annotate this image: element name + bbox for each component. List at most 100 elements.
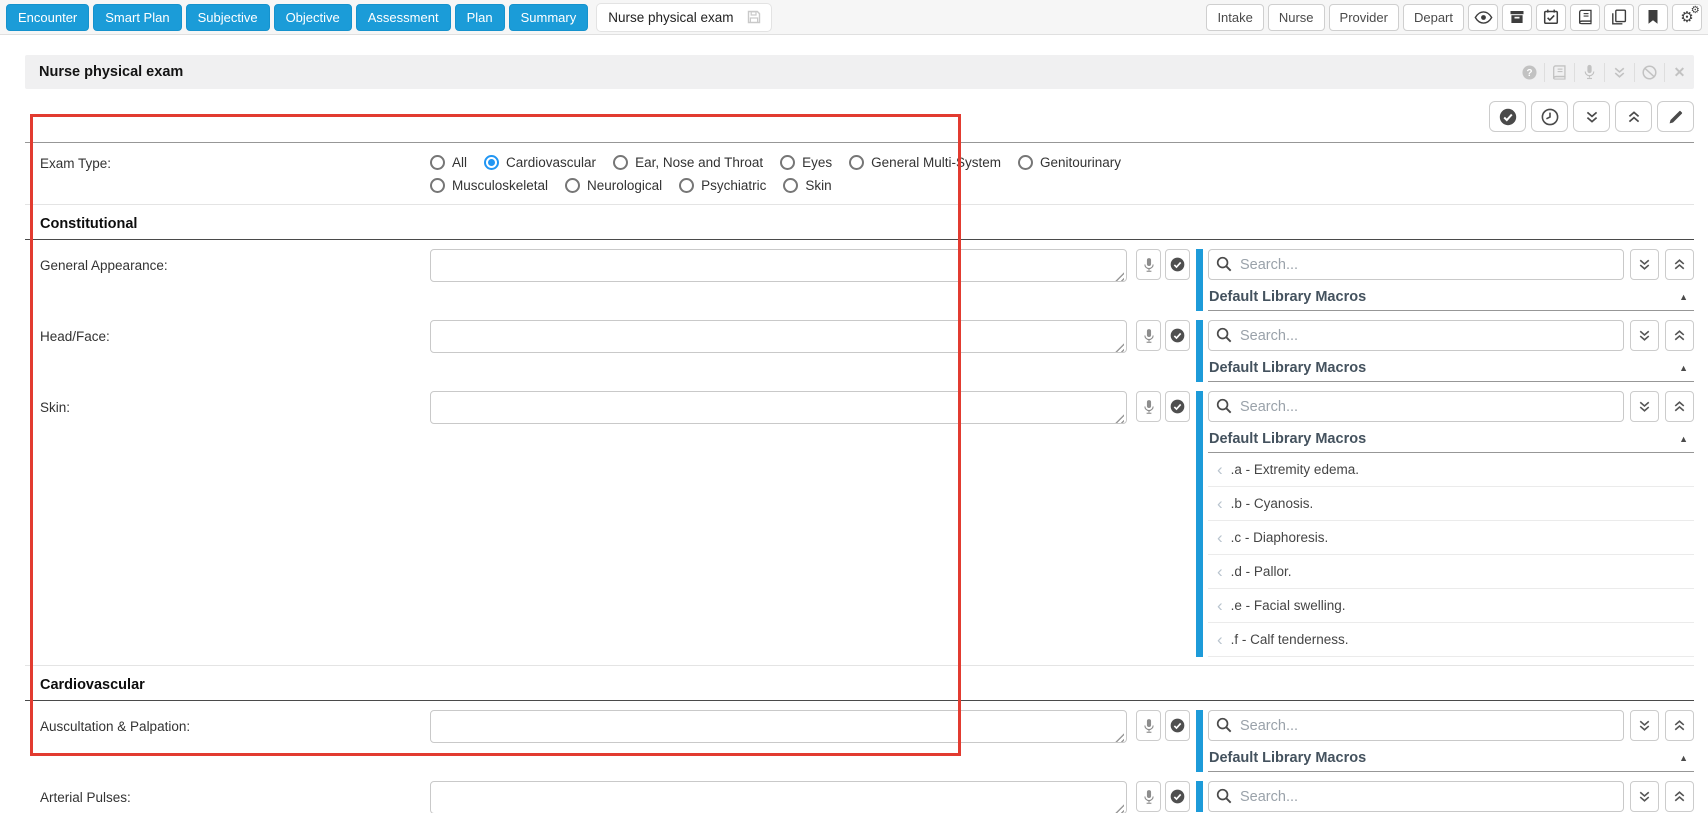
collapse-macros-button[interactable] — [1665, 391, 1694, 422]
head-face-textarea[interactable] — [430, 320, 1127, 353]
auscultation-textarea[interactable] — [430, 710, 1127, 743]
archive-button[interactable] — [1502, 4, 1532, 31]
dictate-button[interactable] — [1574, 63, 1604, 82]
arterial-pulses-textarea[interactable] — [430, 781, 1127, 813]
disable-button[interactable] — [1634, 63, 1664, 82]
microphone-icon — [1143, 399, 1155, 415]
library-icon — [1577, 9, 1594, 25]
stage-intake-button[interactable]: Intake — [1206, 4, 1263, 31]
collapse-macros-button[interactable] — [1665, 710, 1694, 741]
macro-item-label: .b - Cyanosis. — [1231, 496, 1314, 511]
radio-musculoskeletal[interactable]: Musculoskeletal — [430, 178, 548, 193]
accept-field-button[interactable] — [1165, 710, 1190, 741]
complete-button[interactable] — [1489, 101, 1526, 132]
library-button[interactable] — [1570, 4, 1600, 31]
radio-eyes[interactable]: Eyes — [780, 155, 832, 170]
save-icon[interactable] — [746, 9, 762, 25]
radio-all[interactable]: All — [430, 155, 467, 170]
macro-panel: Default Library Macros ▲ ‹.a - Extremity… — [1196, 391, 1694, 657]
help-button[interactable] — [1514, 63, 1544, 82]
actions-row — [25, 101, 1694, 132]
radio-cardiovascular[interactable]: Cardiovascular — [484, 155, 596, 170]
dictate-field-button[interactable] — [1136, 781, 1161, 812]
radio-icon — [484, 155, 499, 170]
preview-button[interactable] — [1468, 4, 1498, 31]
macro-search-input[interactable] — [1208, 249, 1624, 280]
macro-library-header[interactable]: Default Library Macros ▲ — [1208, 422, 1694, 453]
edit-button[interactable] — [1657, 101, 1694, 132]
accept-field-button[interactable] — [1165, 781, 1190, 812]
schedule-button[interactable] — [1536, 4, 1566, 31]
archive-icon — [1509, 9, 1525, 25]
macro-search-input[interactable] — [1208, 391, 1624, 422]
macro-item-calf-tenderness[interactable]: ‹.f - Calf tenderness. — [1208, 623, 1694, 657]
macro-library-header[interactable]: Default Library Macros ▲ — [1208, 741, 1694, 772]
macro-library-header[interactable]: Default Library Macros ▲ — [1208, 280, 1694, 311]
accept-field-button[interactable] — [1165, 320, 1190, 351]
copy-button[interactable] — [1604, 4, 1634, 31]
tab-plan[interactable]: Plan — [455, 4, 505, 31]
macro-item-cyanosis[interactable]: ‹ .b - Cyanosis. — [1208, 487, 1694, 521]
textarea-wrap — [430, 781, 1127, 813]
general-appearance-textarea[interactable] — [430, 249, 1127, 282]
tab-encounter[interactable]: Encounter — [6, 4, 89, 31]
search-icon — [1216, 788, 1232, 804]
expand-macros-button[interactable] — [1630, 249, 1659, 280]
bookmark-button[interactable] — [1638, 4, 1668, 31]
expand-macros-button[interactable] — [1630, 391, 1659, 422]
macro-library-title: Default Library Macros — [1209, 360, 1366, 376]
expand-all-button[interactable] — [1615, 101, 1652, 132]
radio-neurological[interactable]: Neurological — [565, 178, 662, 193]
dictate-field-button[interactable] — [1136, 391, 1161, 422]
macro-item-pallor[interactable]: ‹.d - Pallor. — [1208, 555, 1694, 589]
macro-search-input[interactable] — [1208, 781, 1624, 812]
history-button[interactable] — [1531, 101, 1568, 132]
collapse-panel-button[interactable] — [1604, 63, 1634, 82]
macro-item-diaphoresis[interactable]: ‹.c - Diaphoresis. — [1208, 521, 1694, 555]
radio-skin[interactable]: Skin — [783, 178, 831, 193]
collapse-macros-button[interactable] — [1665, 781, 1694, 812]
stage-nurse-button[interactable]: Nurse — [1268, 4, 1325, 31]
stage-depart-button[interactable]: Depart — [1403, 4, 1464, 31]
radio-general-multi-system[interactable]: General Multi-System — [849, 155, 1001, 170]
dictate-field-button[interactable] — [1136, 710, 1161, 741]
radio-ear-nose-throat[interactable]: Ear, Nose and Throat — [613, 155, 763, 170]
field-row-head-face: Head/Face: — [25, 320, 1694, 382]
stage-provider-button[interactable]: Provider — [1329, 4, 1399, 31]
triangle-up-icon: ▲ — [1679, 753, 1688, 763]
tab-assessment[interactable]: Assessment — [356, 4, 451, 31]
double-chevron-down-icon — [1638, 329, 1651, 342]
macro-panel: Default Library Macros ▲ — [1196, 249, 1694, 311]
macro-search-input[interactable] — [1208, 320, 1624, 351]
close-button[interactable]: ✕ — [1664, 63, 1694, 82]
macro-item-extremity-edema[interactable]: ‹.a - Extremity edema. — [1208, 453, 1694, 487]
expand-macros-button[interactable] — [1630, 781, 1659, 812]
settings-button[interactable]: ⚙⚙ — [1672, 4, 1702, 31]
expand-macros-button[interactable] — [1630, 320, 1659, 351]
tab-objective[interactable]: Objective — [274, 4, 352, 31]
macro-item-facial-swelling[interactable]: ‹.e - Facial swelling. — [1208, 589, 1694, 623]
chevron-left-icon: ‹ — [1217, 497, 1223, 511]
expand-macros-button[interactable] — [1630, 710, 1659, 741]
dictate-field-button[interactable] — [1136, 249, 1161, 280]
tab-subjective[interactable]: Subjective — [186, 4, 270, 31]
accept-field-button[interactable] — [1165, 249, 1190, 280]
skin-textarea[interactable] — [430, 391, 1127, 424]
collapse-macros-button[interactable] — [1665, 249, 1694, 280]
tab-summary[interactable]: Summary — [509, 4, 589, 31]
tab-smart-plan[interactable]: Smart Plan — [93, 4, 181, 31]
dictate-field-button[interactable] — [1136, 320, 1161, 351]
collapse-all-button[interactable] — [1573, 101, 1610, 132]
double-chevron-down-icon — [1638, 258, 1651, 271]
field-row-auscultation: Auscultation & Palpation: — [25, 710, 1694, 772]
macro-search-input[interactable] — [1208, 710, 1624, 741]
macro-library-header[interactable]: Default Library Macros ▲ — [1208, 351, 1694, 382]
collapse-macros-button[interactable] — [1665, 320, 1694, 351]
macro-search-row — [1208, 781, 1694, 812]
radio-psychiatric[interactable]: Psychiatric — [679, 178, 766, 193]
macro-accent-bar — [1196, 391, 1203, 657]
accept-field-button[interactable] — [1165, 391, 1190, 422]
radio-genitourinary[interactable]: Genitourinary — [1018, 155, 1121, 170]
macro-library-button[interactable] — [1544, 63, 1574, 82]
chevron-left-icon: ‹ — [1217, 565, 1223, 579]
